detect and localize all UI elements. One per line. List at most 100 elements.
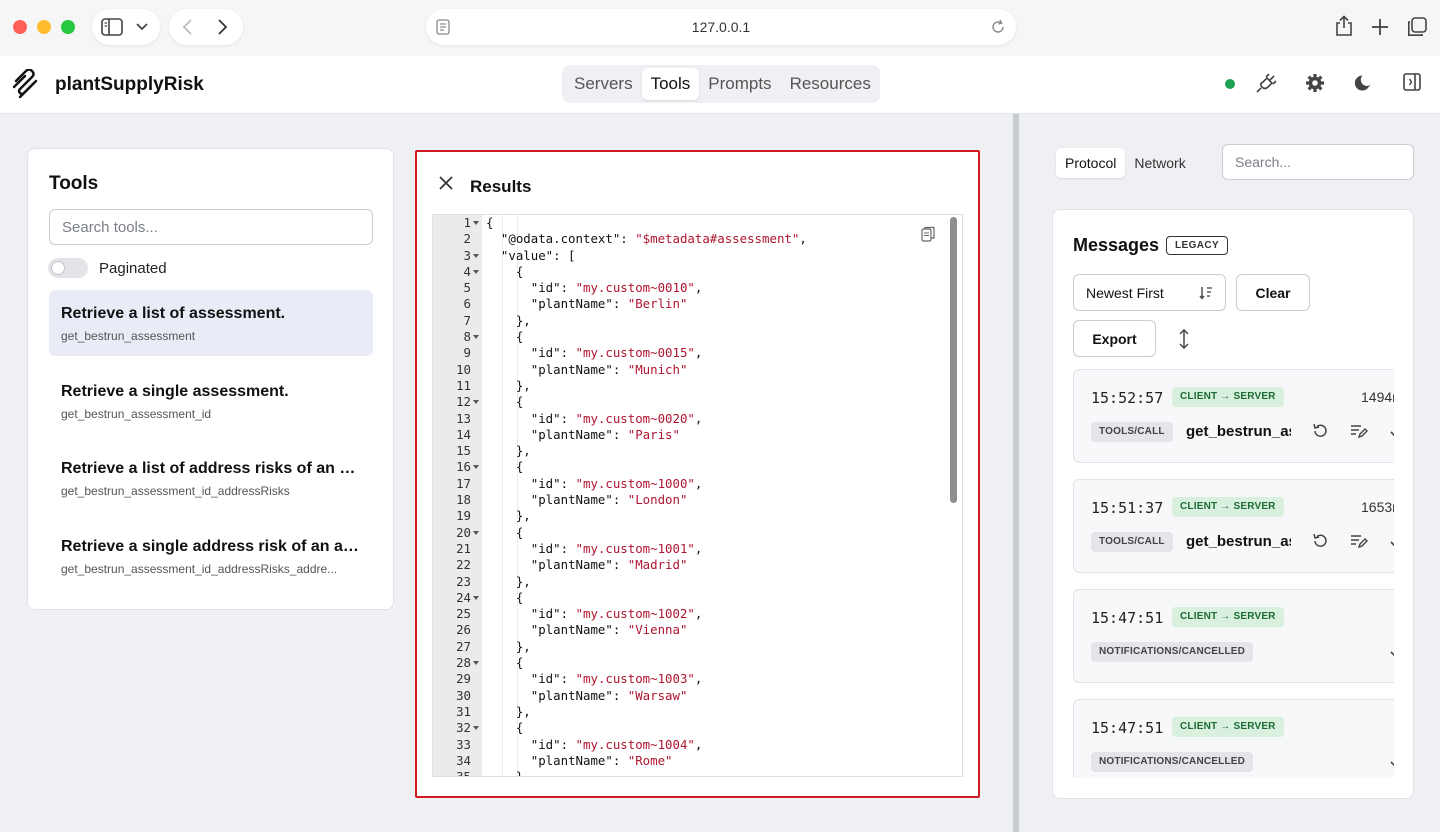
line-number: 23: [456, 573, 471, 589]
line-number: 15: [456, 443, 471, 459]
close-icon[interactable]: [438, 175, 454, 191]
gear-icon[interactable]: [1305, 73, 1325, 93]
message-tool-name: get_bestrun_assessment: [1186, 533, 1291, 550]
minimize-window-button[interactable]: [37, 20, 51, 34]
sort-icon: [1199, 286, 1213, 300]
fold-toggle-icon[interactable]: [473, 335, 479, 340]
back-icon[interactable]: [181, 18, 193, 36]
json-string: "my.custom~0015": [575, 345, 695, 361]
sidebar-panel-icon[interactable]: [1403, 73, 1421, 91]
message-card[interactable]: 15:47:51 CLIENT → SERVER NOTIFICATIONS/C…: [1073, 699, 1394, 778]
tool-item[interactable]: Retrieve a list of assessment. get_bestr…: [49, 290, 373, 356]
json-token: "id":: [530, 475, 576, 491]
fold-toggle-icon[interactable]: [473, 726, 479, 731]
panel-resize-handle[interactable]: [1013, 114, 1019, 832]
code-line: 18 "plantName": "London": [433, 492, 962, 508]
results-scrollbar[interactable]: [950, 217, 957, 503]
message-card[interactable]: 15:47:51 CLIENT → SERVER NOTIFICATIONS/C…: [1073, 589, 1394, 683]
moon-icon[interactable]: [1354, 73, 1374, 93]
fold-toggle-icon[interactable]: [473, 400, 479, 405]
close-window-button[interactable]: [13, 20, 27, 34]
json-token: {: [515, 394, 524, 410]
sidebar-icon[interactable]: [101, 18, 123, 36]
tool-item[interactable]: Retrieve a single address risk of an ass…: [49, 523, 373, 589]
maximize-window-button[interactable]: [61, 20, 75, 34]
json-token: "value": [: [500, 247, 576, 263]
message-tool-name: get_bestrun_assessment: [1186, 423, 1291, 440]
more-actions-icon[interactable]: [1389, 753, 1394, 769]
share-icon[interactable]: [1334, 15, 1354, 37]
line-number: 17: [456, 475, 471, 491]
fold-toggle-icon[interactable]: [473, 221, 479, 225]
code-text: "value": [: [486, 248, 576, 264]
code-line: 30 "plantName": "Warsaw": [433, 688, 962, 704]
tool-item[interactable]: Retrieve a single assessment. get_bestru…: [49, 368, 373, 434]
fold-toggle-icon[interactable]: [473, 661, 479, 666]
line-number: 10: [456, 361, 471, 377]
json-token: "plantName":: [530, 492, 628, 508]
fold-toggle-icon[interactable]: [473, 269, 479, 274]
edit-icon[interactable]: [1350, 423, 1368, 439]
json-string: "Berlin": [627, 296, 688, 312]
edit-icon[interactable]: [1350, 533, 1368, 549]
expand-vertical-icon[interactable]: [1177, 329, 1191, 349]
message-card[interactable]: 15:52:57 CLIENT → SERVER 1494m TOOLS/CAL…: [1073, 369, 1394, 463]
code-line: 14 "plantName": "Paris": [433, 427, 962, 443]
clear-button[interactable]: Clear: [1236, 274, 1310, 311]
fold-toggle-icon[interactable]: [473, 595, 479, 600]
reload-icon[interactable]: [990, 19, 1006, 35]
paginated-toggle[interactable]: [48, 258, 88, 278]
tab-servers[interactable]: Servers: [565, 68, 642, 100]
json-viewer[interactable]: 1{2 "@odata.context": "$metadata#assessm…: [432, 214, 963, 777]
json-token: {: [515, 329, 524, 345]
code-line: 5 "id": "my.custom~0010",: [433, 280, 962, 296]
more-actions-icon[interactable]: [1389, 643, 1394, 659]
line-number: 11: [456, 377, 471, 393]
sort-order-select[interactable]: Newest First: [1073, 274, 1226, 311]
more-actions-icon[interactable]: [1389, 533, 1394, 549]
line-number: 7: [463, 312, 471, 328]
more-actions-icon[interactable]: [1389, 423, 1394, 439]
direction-badge: CLIENT → SERVER: [1172, 717, 1284, 737]
line-number: 31: [456, 703, 471, 719]
fold-toggle-icon[interactable]: [473, 530, 479, 535]
json-string: "Munich": [627, 361, 688, 377]
chevron-down-icon[interactable]: [136, 22, 148, 32]
json-token: {: [515, 263, 524, 279]
message-list: 15:52:57 CLIENT → SERVER 1494m TOOLS/CAL…: [1073, 369, 1394, 778]
code-line: 34 "plantName": "Rome": [433, 753, 962, 769]
message-time: 15:51:37: [1091, 499, 1164, 517]
tab-network[interactable]: Network: [1125, 148, 1194, 178]
code-text: {: [486, 525, 523, 541]
fold-toggle-icon[interactable]: [473, 253, 479, 258]
code-text: {: [486, 459, 523, 475]
tab-prompts[interactable]: Prompts: [699, 68, 780, 100]
json-string: "Madrid": [627, 557, 688, 573]
json-string: "Vienna": [627, 622, 688, 638]
replay-icon[interactable]: [1312, 423, 1328, 439]
forward-icon[interactable]: [217, 18, 229, 36]
fold-toggle-icon[interactable]: [473, 465, 479, 470]
line-number: 33: [456, 736, 471, 752]
tab-resources[interactable]: Resources: [781, 68, 880, 100]
new-tab-icon[interactable]: [1371, 18, 1389, 36]
code-text: "plantName": "Rome": [486, 753, 673, 769]
tab-tools[interactable]: Tools: [641, 68, 700, 100]
url-bar[interactable]: 127.0.0.1: [426, 9, 1016, 45]
search-tools-input[interactable]: [49, 209, 373, 245]
code-text: },: [486, 313, 531, 329]
json-token: },: [515, 377, 531, 393]
direction-badge: CLIENT → SERVER: [1172, 497, 1284, 517]
json-string: "$metadata#assessment": [635, 231, 800, 247]
plug-icon[interactable]: [1255, 73, 1277, 95]
replay-icon[interactable]: [1312, 533, 1328, 549]
tab-protocol[interactable]: Protocol: [1056, 148, 1126, 178]
export-button[interactable]: Export: [1073, 320, 1156, 357]
code-line: 8 {: [433, 329, 962, 345]
messages-search-input[interactable]: [1222, 144, 1414, 180]
json-token: "id":: [530, 736, 576, 752]
tab-overview-icon[interactable]: [1407, 17, 1427, 37]
tool-item[interactable]: Retrieve a list of address risks of an a…: [49, 445, 373, 511]
message-card[interactable]: 15:51:37 CLIENT → SERVER 1653m TOOLS/CAL…: [1073, 479, 1394, 573]
copy-icon[interactable]: [921, 226, 935, 242]
